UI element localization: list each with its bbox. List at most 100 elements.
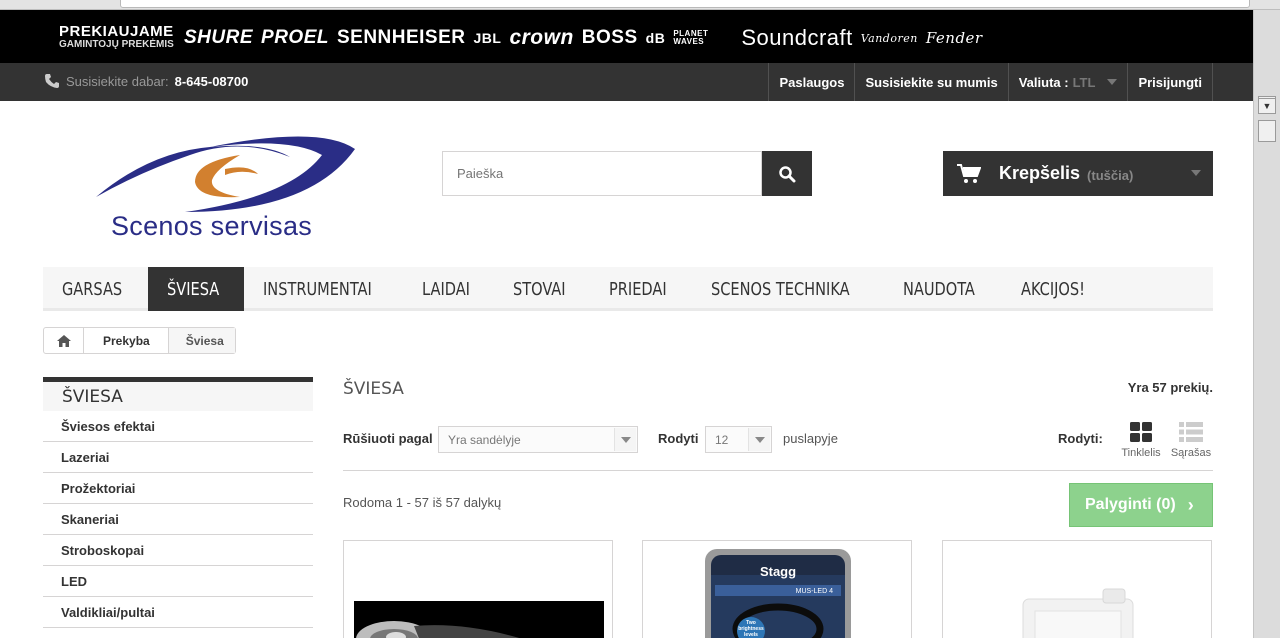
contact-us-link[interactable]: Susisiekite su mumis [854,63,1007,101]
brand-logo[interactable]: PLANET WAVES [673,30,733,46]
login-link[interactable]: Prisijungti [1127,63,1213,101]
contact-info: Susisiekite dabar: 8-645-08700 [44,73,248,89]
product-badge: Two brightness levels [738,620,764,638]
sidebar-item[interactable]: LED [43,566,313,597]
brand-logo[interactable]: Fender [926,29,983,47]
menu-item-stovai[interactable]: STOVAI [494,267,590,311]
search-bar [442,151,812,196]
sidebar-title[interactable]: ŠVIESA [43,377,313,411]
sidebar-item[interactable]: Skaneriai [43,504,313,535]
product-model-text: MUS-LED 4 [796,588,833,595]
phone-icon [45,74,59,88]
showing-range: Rodoma 1 - 57 iš 57 dalykų [343,495,502,510]
chevron-down-icon [614,428,636,451]
scroll-thumb[interactable] [1258,120,1276,142]
per-page-select[interactable]: 12 [705,426,772,453]
brand-logo[interactable]: PROEL [261,27,329,49]
menu-item-sviesa[interactable]: ŠVIESA [147,267,244,311]
compare-button[interactable]: Palyginti (0) › [1069,483,1213,527]
sort-label: Rūšiuoti pagal [343,431,433,446]
menu-item-scenos-technika[interactable]: SCENOS TECHNIKA [692,267,884,311]
list-view-label: Sąrašas [1170,447,1212,459]
compare-label: Palyginti (0) [1085,496,1176,513]
product-image[interactable] [344,541,613,638]
currency-value: LTL [1072,74,1096,90]
menu-item-garsas[interactable]: GARSAS [43,267,148,311]
brand-logos: SHURE PROEL SENNHEISER JBL crown BOSS dB… [184,25,983,51]
logo-text: Scenos servisas [111,211,313,241]
product-image[interactable] [943,541,1212,638]
grid-view-button[interactable]: Tinklelis [1120,421,1162,459]
brand-bar-lead: PREKIAUJAME GAMINTOJŲ PREKĖMIS [59,24,174,50]
main-menu: GARSAS ŠVIESA INSTRUMENTAI LAIDAI STOVAI… [43,267,1213,311]
chevron-down-icon [1107,79,1118,85]
brand-logo[interactable]: SHURE [184,27,253,49]
sidebar-item[interactable]: Lazeriai [43,442,313,473]
sort-value: Yra sandėlyje [448,433,521,447]
window-scrollbar[interactable]: ▲ ▼ [1253,10,1280,638]
brand-bar-line2: GAMINTOJŲ PREKĖMIS [59,39,174,50]
divider [343,470,1213,471]
product-card[interactable]: Stagg MUS-LED 4 Two brightness levels [642,540,912,638]
brand-logo[interactable]: SENNHEISER [337,27,466,49]
product-card[interactable] [942,540,1212,638]
address-bar[interactable] [120,0,1250,8]
currency-selector[interactable]: Valiuta : LTL [1007,63,1128,101]
contact-label: Susisiekite dabar: [66,73,169,89]
grid-icon [1130,422,1152,442]
brand-bar: PREKIAUJAME GAMINTOJŲ PREKĖMIS SHURE PRO… [0,10,1253,63]
currency-label: Valiuta : [1018,74,1069,90]
sort-select[interactable]: Yra sandėlyje [438,426,638,453]
sidebar-item[interactable]: Valdikliai/pultai [43,597,313,628]
contact-phone[interactable]: 8-645-08700 [175,74,249,89]
brand-logo[interactable]: JBL [474,30,502,46]
services-link[interactable]: Paslaugos [768,63,854,101]
search-button[interactable] [762,151,812,196]
brand-logo[interactable]: BOSS [582,27,638,49]
cart-button[interactable]: Krepšelis (tuščia) [943,151,1213,196]
breadcrumb-item[interactable]: Prekyba [84,328,169,353]
list-view-button[interactable]: Sąrašas [1169,421,1213,459]
breadcrumb-home[interactable] [44,328,84,353]
cart-icon [957,163,981,183]
product-card[interactable] [343,540,613,638]
sidebar-item[interactable]: Šviesos efektai [43,411,313,442]
sidebar-item[interactable]: Prožektoriai [43,473,313,504]
page: ▲ ▼ PREKIAUJAME GAMINTOJŲ PREKĖMIS SHURE… [0,0,1280,638]
sidebar-item[interactable]: Stroboskopai [43,535,313,566]
cart-state: (tuščia) [1087,167,1134,183]
view-label: Rodyti: [1058,431,1103,446]
product-brand-text: Stagg [760,564,796,579]
list-icon [1179,422,1203,442]
grid-view-label: Tinklelis [1121,447,1161,459]
search-icon [779,165,796,182]
page-body: Scenos servisas Krepšelis (tuščia) G [0,101,1253,638]
search-input[interactable] [442,151,762,196]
top-nav: Susisiekite dabar: 8-645-08700 Paslaugos… [0,63,1253,101]
chevron-down-icon [1191,170,1201,176]
home-icon [56,334,71,347]
sort-toolbar: Rūšiuoti pagal Yra sandėlyje Rodyti 12 p… [343,422,1213,459]
sidebar-item[interactable]: Aukščio stovai [43,628,313,638]
brand-logo[interactable]: crown [509,26,573,50]
per-page-value: 12 [715,433,729,447]
brand-logo[interactable]: Soundcraft [741,25,852,51]
product-count: Yra 57 prekių. [1127,380,1213,395]
menu-item-priedai[interactable]: PRIEDAI [590,267,692,311]
brand-logo[interactable]: Vandoren [861,32,918,45]
breadcrumb-current: Šviesa [168,328,235,353]
product-image[interactable]: Stagg MUS-LED 4 Two brightness levels [643,541,912,638]
menu-item-laidai[interactable]: LAIDAI [403,267,494,311]
breadcrumb: Prekyba Šviesa [43,327,236,354]
scroll-down-icon[interactable]: ▼ [1258,98,1276,114]
brand-bar-line1: PREKIAUJAME [59,23,174,40]
menu-item-instrumentai[interactable]: INSTRUMENTAI [244,267,403,311]
show-label: Rodyti [658,431,699,446]
sidebar-category-list: Šviesos efektai Lazeriai Prožektoriai Sk… [43,411,313,638]
top-nav-links: Paslaugos Susisiekite su mumis Valiuta :… [768,63,1213,101]
per-page-label: puslapyje [783,431,838,446]
menu-item-naudota[interactable]: NAUDOTA [884,267,1002,311]
brand-logo[interactable]: dB [646,30,666,46]
chevron-down-icon [748,428,770,451]
menu-item-akcijos[interactable]: AKCIJOS! [1002,267,1111,311]
